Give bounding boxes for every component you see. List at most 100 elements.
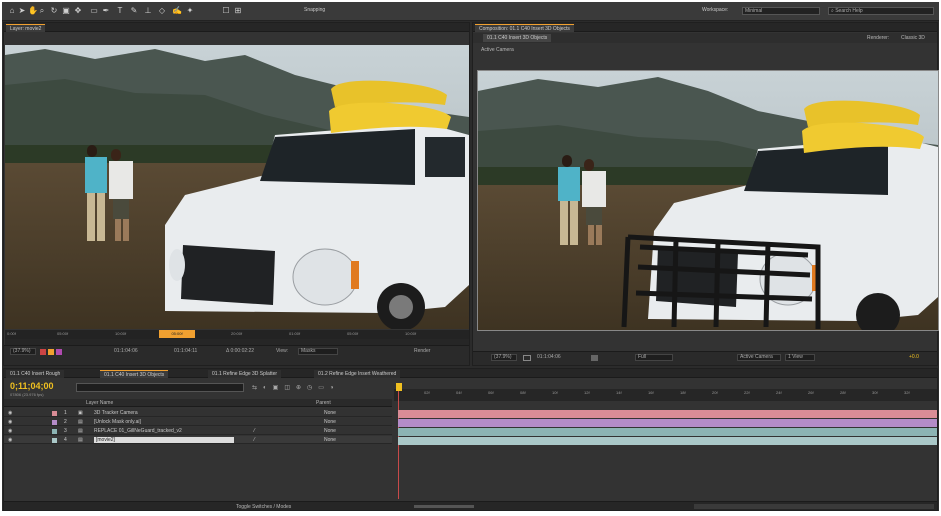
layer-row[interactable]: ◉ 3 ▤ REPLACE 01_GillNeGuard_tracked_v2 … — [4, 427, 392, 435]
snap-options-icon[interactable]: ⊞ — [234, 6, 242, 16]
layer-name[interactable]: REPLACE 01_GillNeGuard_tracked_v2 — [94, 428, 182, 434]
playhead-line — [398, 391, 399, 499]
timeline-tab[interactable]: 01.1 C40 Insert Rough — [6, 370, 65, 378]
layer-bar-movie[interactable] — [398, 437, 937, 445]
toggle-switches-modes-button[interactable]: Toggle Switches / Modes — [236, 504, 291, 510]
rotate-tool-icon[interactable]: ↻ — [50, 6, 58, 16]
composition-footage-image — [478, 71, 938, 330]
layer-name-header[interactable]: Layer Name — [86, 400, 113, 406]
parent-dropdown[interactable]: None — [324, 437, 336, 443]
layer-color-label[interactable] — [52, 429, 57, 434]
layer-color-label[interactable] — [52, 420, 57, 425]
timeline-tab[interactable]: 01.2 Refine Edge Insert Weathered — [314, 370, 401, 378]
layer-zoom-dropdown[interactable]: (37.9%) — [10, 348, 36, 355]
view-dropdown[interactable]: Masks — [298, 348, 338, 355]
comp-zoom-dropdown[interactable]: (37.9%) — [491, 354, 517, 361]
grid-toggle-icon[interactable] — [523, 355, 531, 361]
eraser-tool-icon[interactable]: ◇ — [158, 6, 166, 16]
color-channel-purple-icon[interactable] — [56, 349, 62, 355]
parent-dropdown[interactable]: None — [324, 419, 336, 425]
snapshot-icon[interactable] — [591, 355, 598, 361]
camera-tool-icon[interactable]: ▣ — [62, 6, 70, 16]
eye-icon[interactable]: ◉ — [8, 410, 12, 416]
ruler-tick: 02f — [424, 390, 430, 395]
pan-behind-tool-icon[interactable]: ✥ — [74, 6, 82, 16]
eye-icon[interactable]: ◉ — [8, 437, 12, 443]
layer-panel-tabbar: Layer: movie2 — [4, 23, 469, 32]
renderer-value[interactable]: Classic 3D — [901, 35, 925, 41]
roto-brush-tool-icon[interactable]: ✍ — [172, 6, 182, 16]
layer-bar-camera[interactable] — [398, 410, 937, 418]
selection-tool-icon[interactable]: ➤ — [18, 6, 26, 16]
ruler-tick: 14f — [616, 390, 622, 395]
footage-layer-icon: ▤ — [78, 419, 83, 425]
layer-bar-mask[interactable] — [398, 419, 937, 427]
timeline-search-input[interactable] — [76, 383, 244, 392]
color-channel-icon[interactable] — [48, 349, 54, 355]
mask-tool-icon[interactable]: ▭ — [90, 6, 98, 16]
layer-bar-replace[interactable] — [398, 428, 937, 436]
layer-time-ruler[interactable]: 0:00f 05:00f 10:00f 20:00f 01:00f 05:00f… — [5, 330, 469, 339]
layer-tab[interactable]: Layer: movie2 — [6, 24, 46, 32]
snap-checkbox-icon[interactable]: ☐ — [222, 6, 230, 16]
text-tool-icon[interactable]: T — [116, 6, 124, 16]
workspace-dropdown[interactable]: Minimal — [742, 7, 820, 15]
resolution-value: Full — [638, 354, 647, 360]
layer-tick: 0:00f — [7, 331, 16, 336]
motion-blur-icon[interactable]: ⁄ — [254, 428, 255, 434]
hand-tool-icon[interactable]: ✋ — [28, 6, 38, 16]
timeline-tab-label: 01.2 Refine Edge Insert Weathered — [318, 371, 397, 377]
eye-icon[interactable]: ◉ — [8, 419, 12, 425]
camera-layer-icon: ▣ — [78, 410, 83, 416]
timeline-tab-active[interactable]: 01.1 C40 Insert 3D Objects — [100, 370, 169, 378]
composition-tab[interactable]: Composition: 01.1 C40 Insert 3D Objects — [475, 24, 574, 32]
motion-blur-icon[interactable]: ⁄ — [254, 437, 255, 443]
ruler-tick: 20f — [712, 390, 718, 395]
layer-name[interactable]: [Unlock Mask only.ai] — [94, 419, 141, 425]
timeline-current-timecode[interactable]: 0;11;04;00 — [10, 381, 54, 391]
eye-icon[interactable]: ◉ — [8, 428, 12, 434]
timeline-switch-icons[interactable]: ⇆◐▣◫⊕◷▭◑ — [252, 385, 382, 391]
brush-tool-icon[interactable]: ✎ — [130, 6, 138, 16]
stamp-tool-icon[interactable]: ⊥ — [144, 6, 152, 16]
composition-tab-label: Composition: 01.1 C40 Insert 3D Objects — [479, 26, 570, 32]
layer-color-label[interactable] — [52, 411, 57, 416]
color-channel-red-icon[interactable] — [40, 349, 46, 355]
layer-name-editing[interactable]: [movie2] — [94, 437, 234, 443]
layer-viewer[interactable] — [5, 45, 469, 329]
timeline-scrollbar[interactable] — [694, 504, 934, 509]
layer-out-point: 01:1:04:11 — [174, 348, 198, 354]
layer-number: 1 — [64, 410, 67, 416]
render-checkbox-label[interactable]: Render — [414, 348, 430, 355]
timeline-time-ruler[interactable]: 02f 04f 06f 08f 10f 12f 14f 16f 18f 20f … — [394, 389, 937, 401]
layer-row[interactable]: ◉ 1 ▣ 3D Tracker Camera None — [4, 409, 392, 417]
ruler-tick: 32f — [904, 390, 910, 395]
layer-row-selected[interactable]: ◉ 4 ▤ [movie2] ⁄ None — [4, 436, 392, 444]
ruler-tick: 06f — [488, 390, 494, 395]
puppet-tool-icon[interactable]: ✦ — [186, 6, 194, 16]
layer-current-time-indicator[interactable]: 05:00f — [159, 330, 195, 338]
view-layout-dropdown[interactable]: 1 View — [785, 354, 815, 361]
layer-row[interactable]: ◉ 2 ▤ [Unlock Mask only.ai] None — [4, 418, 392, 426]
zoom-tool-icon[interactable]: ⌕ — [38, 6, 46, 16]
parent-dropdown[interactable]: None — [324, 428, 336, 434]
layer-name[interactable]: 3D Tracker Camera — [94, 410, 138, 416]
resolution-dropdown[interactable]: Full — [635, 354, 673, 361]
playhead-handle[interactable] — [396, 383, 402, 391]
ruler-tick: 10f — [552, 390, 558, 395]
camera-view-dropdown[interactable]: Active Camera — [737, 354, 781, 361]
timeline-tab[interactable]: 01.1 Refine Edge 3D Splatter — [208, 370, 282, 378]
search-help-input[interactable]: ⌕ Search Help — [828, 7, 934, 15]
comp-current-time[interactable]: 01:1:04:06 — [537, 354, 561, 361]
timeline-zoom-slider[interactable] — [414, 505, 474, 508]
layer-number: 2 — [64, 419, 67, 425]
exposure-value[interactable]: +0.0 — [909, 354, 919, 361]
pen-tool-icon[interactable]: ✒ — [102, 6, 110, 16]
home-icon[interactable]: ⌂ — [8, 6, 16, 16]
layer-current-time: 05:00f — [171, 331, 183, 336]
parent-header[interactable]: Parent — [316, 400, 331, 406]
composition-viewer[interactable] — [477, 70, 939, 331]
layer-color-label[interactable] — [52, 438, 57, 443]
comp-subtab[interactable]: 01.1 C40 Insert 3D Objects — [483, 34, 552, 42]
parent-dropdown[interactable]: None — [324, 410, 336, 416]
